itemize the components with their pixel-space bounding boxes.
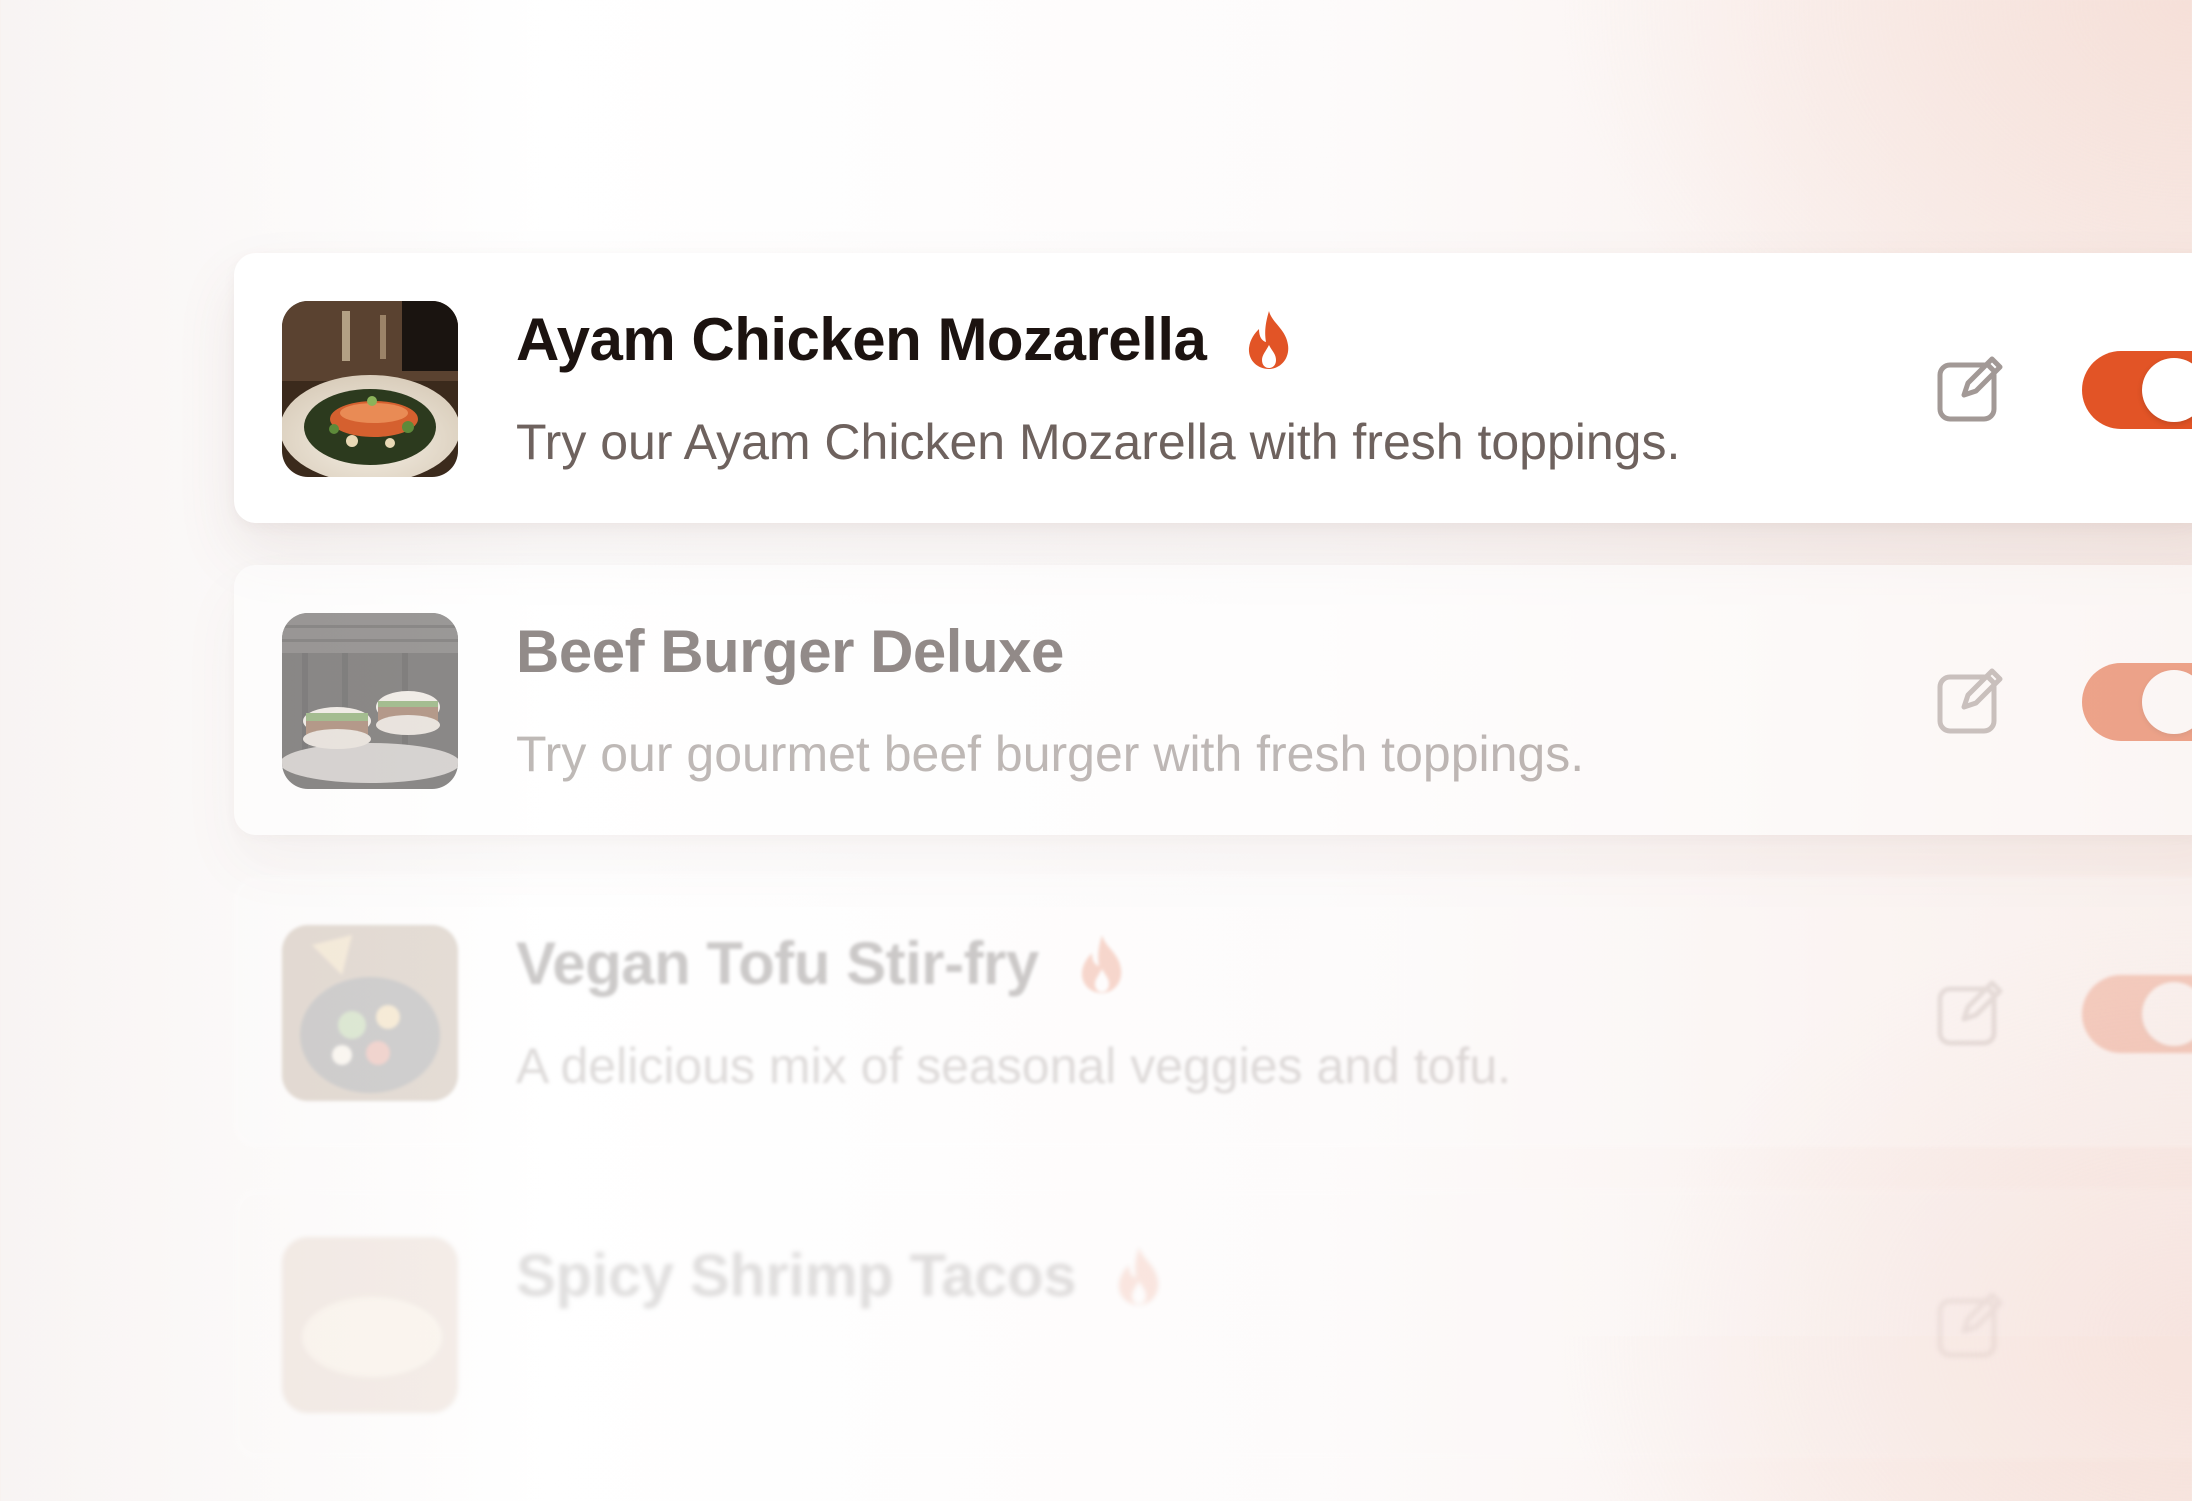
- food-thumbnail: [282, 1237, 458, 1413]
- availability-toggle[interactable]: [2082, 975, 2192, 1053]
- menu-item-title: Ayam Chicken Mozarella: [516, 306, 1207, 373]
- menu-item-description: Try our Ayam Chicken Mozarella with fres…: [516, 414, 1681, 470]
- food-thumbnail: [282, 301, 458, 477]
- food-thumbnail: [282, 925, 458, 1101]
- menu-item-card[interactable]: Beef Burger Deluxe Try our gourmet beef …: [234, 565, 2192, 835]
- menu-item-card[interactable]: Spicy Shrimp Tacos: [234, 1189, 2192, 1459]
- flame-icon: [1118, 1246, 1159, 1305]
- availability-toggle[interactable]: [2082, 663, 2192, 741]
- menu-item-description: A delicious mix of seasonal veggies and …: [516, 1038, 1512, 1094]
- menu-item-title: Beef Burger Deluxe: [516, 618, 1064, 685]
- edit-icon[interactable]: [1934, 1287, 2008, 1361]
- menu-item-card[interactable]: Vegan Tofu Stir-fry A delicious mix of s…: [234, 877, 2192, 1147]
- menu-item-description: Try our gourmet beef burger with fresh t…: [516, 726, 1585, 782]
- food-thumbnail: [282, 613, 458, 789]
- menu-item-list: Ayam Chicken Mozarella Try our Ayam Chic…: [234, 253, 2192, 1501]
- menu-item-title: Vegan Tofu Stir-fry: [516, 930, 1039, 997]
- availability-toggle[interactable]: [2082, 351, 2192, 429]
- flame-icon: [1249, 310, 1289, 369]
- edit-icon[interactable]: [1934, 663, 2008, 737]
- toggle-knob: [2142, 982, 2192, 1046]
- toggle-knob: [2142, 358, 2192, 422]
- flame-icon: [1081, 934, 1122, 993]
- menu-item-title: Spicy Shrimp Tacos: [516, 1242, 1077, 1309]
- toggle-knob: [2142, 670, 2192, 734]
- edit-icon[interactable]: [1934, 351, 2008, 425]
- menu-item-card[interactable]: Ayam Chicken Mozarella Try our Ayam Chic…: [234, 253, 2192, 523]
- edit-icon[interactable]: [1934, 975, 2008, 1049]
